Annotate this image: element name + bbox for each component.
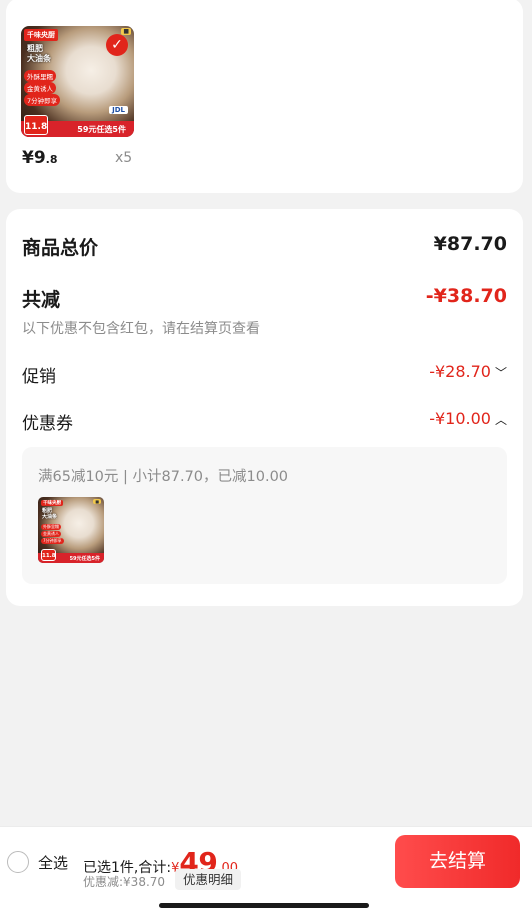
home-indicator[interactable] [159,903,369,908]
promotion-value: -¥28.70 ﹀ [429,362,507,381]
discount-amount: 优惠减:¥38.70 [83,875,166,889]
discount-note: 以下优惠不包含红包，请在结算页查看 [22,321,260,337]
coupon-row[interactable]: 优惠券 -¥10.00 ︿ [22,409,507,434]
feature-chip: 金黄诱人 [24,82,56,94]
total-reduction-row: 共减 -¥38.70 [22,285,507,312]
selected-check-icon[interactable]: ✓ [106,34,128,56]
brand-tag-icon: ■ [93,499,101,504]
feature-chip: 外酥里糯 [24,70,56,82]
checkout-bar: 全选 已选1件,合计:¥49.00 优惠减:¥38.70 优惠明细 去结算 [0,826,532,913]
brand-tag-icon: ■ [121,28,131,35]
select-all-label[interactable]: 全选 [38,852,68,873]
promo-text: 59元任选5件 [77,125,126,134]
coupon-product-image[interactable]: 千味央厨 ■ 粗肥 大油条 外酥里糯 金黄诱人 7分钟即享 59元任选5件 11… [38,497,104,563]
price-summary-card: 商品总价 ¥87.70 共减 -¥38.70 以下优惠不包含红包，请在结算页查看… [6,209,523,606]
brand-label: 千味央厨 [24,29,58,41]
cart-item-card: 千味央厨 ■ 粗肥 大油条 外酥里糯 金黄诱人 7分钟即享 ✓ JDL 59元任… [6,0,523,193]
promotion-row[interactable]: 促销 -¥28.70 ﹀ [22,362,507,387]
discount-detail-button[interactable]: 优惠明细 [175,869,242,890]
goods-total-value: ¥87.70 [433,233,507,255]
price-badge: 11.8 [41,549,56,561]
chevron-down-icon: ﹀ [494,366,507,380]
unit-price: ¥9.8 [22,148,58,168]
goods-total-label: 商品总价 [22,237,99,259]
chevron-up-icon: ︿ [494,413,507,427]
checkout-button[interactable]: 去结算 [395,835,520,888]
feature-chip: 7分钟即享 [41,538,64,544]
product-image[interactable]: 千味央厨 ■ 粗肥 大油条 外酥里糯 金黄诱人 7分钟即享 ✓ JDL 59元任… [21,26,134,137]
coupon-detail-text: 满65减10元 | 小计87.70，已减10.00 [38,469,289,485]
goods-total-row: 商品总价 ¥87.70 [22,233,507,260]
coupon-label: 优惠券 [22,414,73,434]
product-image-title: 粗肥 大油条 [42,508,58,520]
product-image-title: 粗肥 大油条 [27,44,51,63]
promo-text: 59元任选5件 [69,556,100,562]
promotion-label: 促销 [22,367,56,387]
feature-chip: 外酥里糯 [41,524,61,530]
feature-chip: 7分钟即享 [24,94,61,106]
select-all-radio[interactable] [7,851,29,873]
total-reduction-label: 共减 [22,289,61,311]
brand-label: 千味央厨 [41,500,63,506]
quantity: x5 [115,150,133,166]
price-badge: 11.8 [24,115,48,135]
coupon-value: -¥10.00 ︿ [429,409,507,428]
jdl-logo: JDL [109,106,128,114]
feature-chip: 金黄诱人 [41,531,61,537]
total-reduction-value: -¥38.70 [425,285,507,307]
